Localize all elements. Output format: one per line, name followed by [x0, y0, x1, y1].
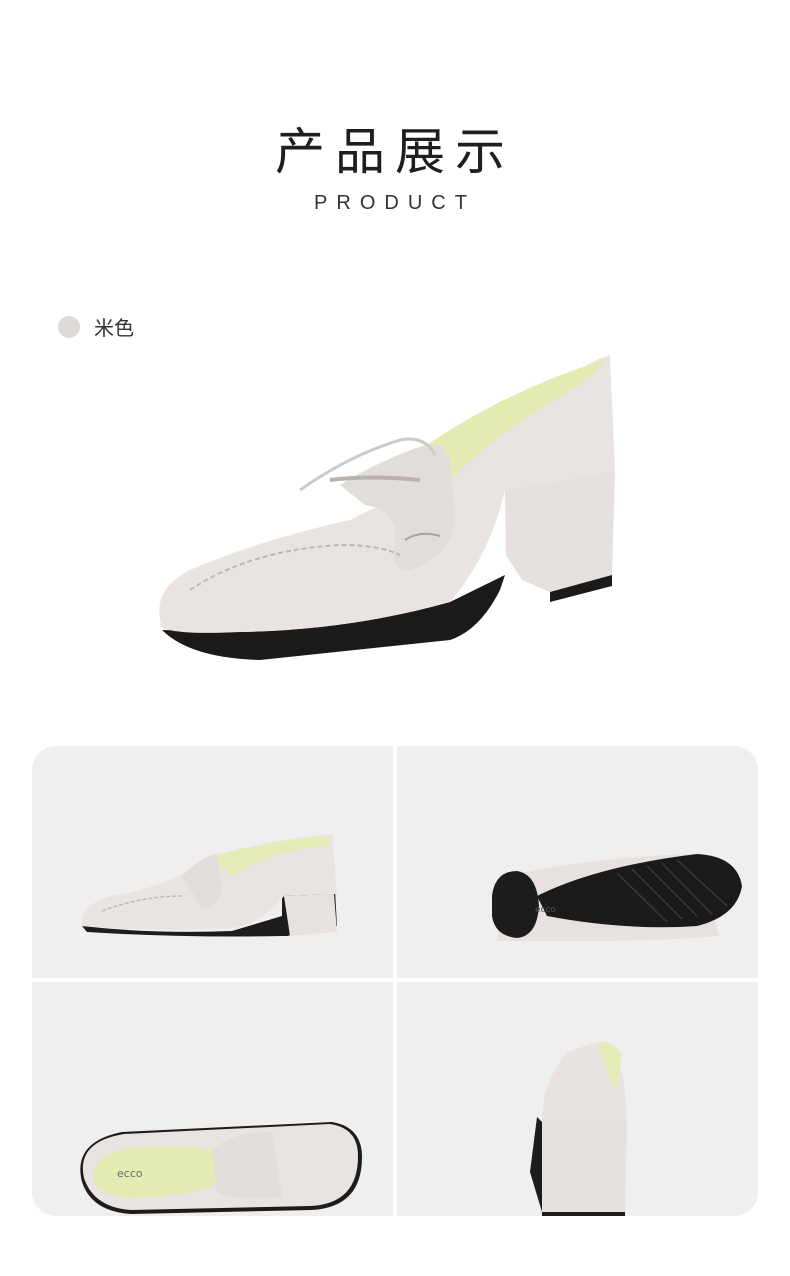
- hero-shoe-image: [150, 340, 630, 680]
- insole-brand-text: ecco: [117, 1167, 143, 1180]
- page-subtitle: PRODUCT: [314, 192, 476, 214]
- detail-gallery: ecco ecco: [32, 746, 758, 1216]
- sole-view-image: ecco: [397, 746, 758, 978]
- color-swatch[interactable]: [58, 315, 80, 338]
- color-label: 米色: [94, 316, 134, 340]
- sole-brand-text: ecco: [535, 905, 556, 915]
- color-option[interactable]: 米色: [58, 312, 134, 341]
- side-view-image: [32, 746, 393, 978]
- page-title: 产品展示: [275, 123, 515, 181]
- back-view-image: [397, 982, 758, 1216]
- top-view-image: ecco: [32, 982, 393, 1216]
